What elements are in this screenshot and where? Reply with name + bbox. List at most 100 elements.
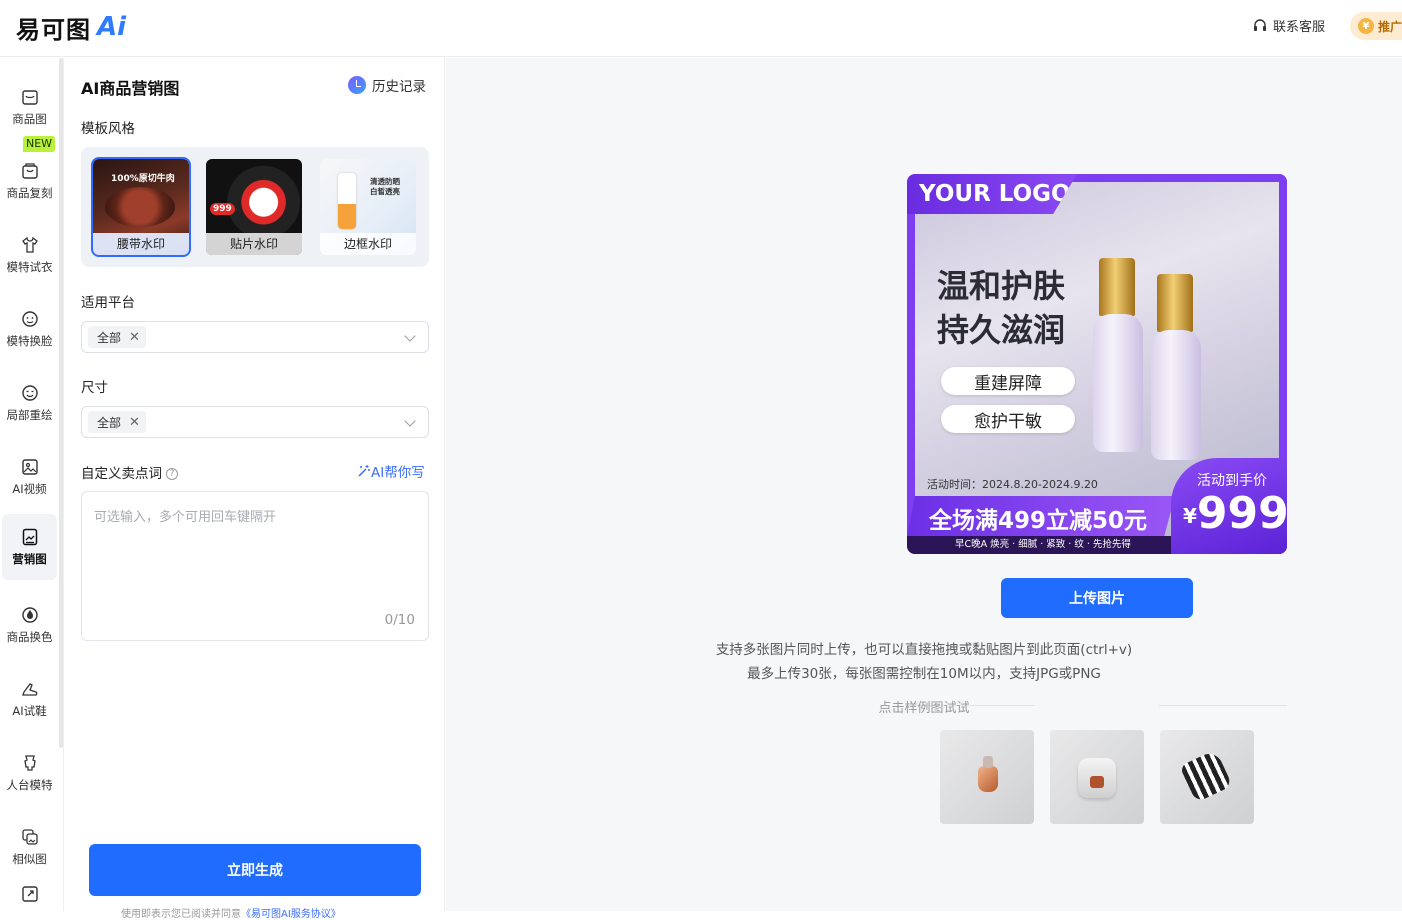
sidebar-item-label: AI试鞋 — [12, 704, 47, 718]
sidebar-item-label: AI视频 — [12, 482, 47, 496]
poster-frame-right — [1279, 174, 1287, 234]
template-caption: 腰带水印 — [93, 233, 189, 255]
size-select[interactable]: 全部 ✕ — [81, 406, 429, 438]
sidebar-item-mannequin[interactable]: 人台模特 — [2, 740, 57, 806]
logo-text: 易可图 — [16, 15, 91, 44]
clock-icon — [348, 76, 366, 94]
headline-line-1: 温和护肤 — [937, 267, 1066, 305]
sidebar-scrollbar[interactable] — [59, 58, 63, 748]
face-icon — [21, 311, 38, 327]
app-logo[interactable]: 易可图 Ai — [16, 10, 126, 44]
template-caption: 贴片水印 — [206, 233, 302, 255]
chevron-down-icon — [404, 415, 416, 427]
promo-text: 全场满499立减50元 — [929, 508, 1148, 534]
platform-select[interactable]: 全部 ✕ — [81, 321, 429, 353]
ai-write-label: AI帮你写 — [371, 465, 425, 481]
poster-logo: YOUR LOGO — [907, 174, 1077, 214]
template-text: 100%原切牛肉 — [111, 174, 175, 184]
sidebar-item-ai-video[interactable]: AI视频 — [2, 444, 57, 510]
bottle-left — [1093, 314, 1143, 452]
upload-button[interactable]: 上传图片 — [1001, 578, 1193, 618]
poster-promo-band: 全场满499立减50元 — [907, 496, 1175, 536]
sidebar-item-label: 商品换色 — [6, 630, 53, 644]
divider-right — [1159, 705, 1287, 706]
template-belt-watermark[interactable]: 100%原切牛肉 腰带水印 — [91, 157, 191, 257]
try-examples-label: 点击样例图试试 — [878, 701, 970, 716]
help-icon[interactable]: ? — [166, 468, 178, 480]
steak-image — [105, 187, 175, 227]
template-picker: 100%原切牛肉 腰带水印 999 贴片水印 清透防晒 白皙透亮 边框水印 — [81, 147, 429, 267]
close-icon[interactable]: ✕ — [129, 330, 140, 345]
sidebar-item-inpaint[interactable]: 局部重绘 — [2, 370, 57, 436]
sidebar-item-label: 相似图 — [12, 852, 47, 866]
sidebar-item-product-replica[interactable]: 商品复刻 — [2, 148, 57, 214]
poster-frame-top — [1067, 174, 1287, 182]
service-label: 联系客服 — [1273, 20, 1326, 35]
coin-icon: ¥ — [1358, 18, 1374, 34]
price-label: 活动到手价 — [1197, 473, 1267, 489]
sidebar-item-label: 营销图 — [12, 552, 47, 566]
platform-label: 适用平台 — [81, 295, 135, 311]
tag-label: 全部 — [97, 330, 122, 345]
main-canvas: YOUR LOGO 温和护肤 持久滋润 重建屏障 愈护干敏 活动时间：2024.… — [446, 58, 1402, 911]
expand-icon — [21, 886, 38, 902]
sunscreen-image — [338, 173, 356, 229]
sample-poster: YOUR LOGO 温和护肤 持久滋润 重建屏障 愈护干敏 活动时间：2024.… — [907, 174, 1287, 554]
poster-price-badge: 活动到手价 ¥999 — [1171, 458, 1287, 554]
template-caption: 边框水印 — [320, 233, 416, 255]
size-tag: 全部 ✕ — [88, 411, 146, 433]
example-thumb-perfume[interactable] — [940, 730, 1034, 824]
perfume-bottle-image — [978, 766, 998, 792]
poster-date: 活动时间：2024.8.20-2024.9.20 — [927, 478, 1098, 491]
template-label: 模板风格 — [81, 121, 135, 137]
sidebar-item-marketing[interactable]: 营销图 — [2, 514, 57, 580]
fryer-handle-image — [1090, 776, 1104, 788]
headset-icon — [1254, 18, 1266, 31]
tag-label: 全部 — [97, 415, 122, 430]
sidebar-item-recolor[interactable]: 商品换色 — [2, 592, 57, 658]
logo-ai: Ai — [97, 12, 127, 42]
template-frame-watermark[interactable]: 清透防晒 白皙透亮 边框水印 — [320, 159, 416, 255]
size-label: 尺寸 — [81, 380, 108, 396]
bottle-cap-left — [1099, 258, 1135, 316]
sidebar-item-label: 人台模特 — [6, 778, 53, 792]
close-icon[interactable]: ✕ — [129, 415, 140, 430]
template-sticker-watermark[interactable]: 999 贴片水印 — [206, 159, 302, 255]
sidebar-item-model-tryon[interactable]: 模特试衣 — [2, 222, 57, 288]
sidebar-item-product-image[interactable]: 商品图 — [2, 74, 57, 140]
upload-hint-2: 最多上传30张，每张图需控制在10M以内，支持JPG或PNG — [747, 666, 1101, 682]
customer-service-button[interactable]: 联系客服 — [1252, 16, 1325, 35]
agreement-note: 使用即表示您已阅读并同意《易可图AI服务协议》 — [121, 905, 341, 920]
sidebar-item-face-swap[interactable]: 模特换脸 — [2, 296, 57, 362]
gloves-image — [1179, 749, 1233, 803]
example-thumb-fryer[interactable] — [1050, 730, 1144, 824]
perfume-cap-image — [983, 756, 993, 768]
poster-pill-1: 重建屏障 — [941, 367, 1075, 395]
generate-button[interactable]: 立即生成 — [89, 844, 421, 896]
poster-headline: 温和护肤 持久滋润 — [937, 264, 1065, 352]
ai-write-button[interactable]: AI帮你写 — [357, 461, 425, 481]
upload-hint-1: 支持多张图片同时上传，也可以直接拖拽或黏贴图片到此页面(ctrl+v) — [715, 642, 1133, 658]
platform-tag: 全部 ✕ — [88, 326, 146, 348]
price-value: ¥999 — [1183, 488, 1287, 539]
drop-icon — [21, 607, 38, 623]
similar-icon — [21, 829, 38, 845]
bag-icon — [21, 163, 38, 179]
selling-points-label: 自定义卖点词? — [81, 462, 178, 482]
smile-icon — [21, 385, 38, 401]
promo-label: 推广 — [1378, 19, 1402, 34]
sidebar-item-more[interactable] — [2, 884, 57, 914]
history-label: 历史记录 — [372, 79, 426, 95]
sidebar-item-similar[interactable]: 相似图 — [2, 814, 57, 880]
history-button[interactable]: 历史记录 — [348, 75, 426, 95]
promo-button[interactable]: ¥ 推广 — [1350, 12, 1402, 40]
chevron-down-icon — [404, 330, 416, 342]
poster-pill-2: 愈护干敏 — [941, 405, 1075, 433]
selling-points-input[interactable]: 可选输入，多个可用回车键隔开 0/10 — [81, 491, 429, 641]
example-thumb-gloves[interactable] — [1160, 730, 1254, 824]
shirt-icon — [21, 236, 38, 253]
sidebar-item-ai-shoe[interactable]: AI试鞋 — [2, 666, 57, 732]
mannequin-icon — [23, 755, 36, 771]
sidebar-item-label: 商品复刻 — [6, 186, 53, 200]
template-text: 清透防晒 白皙透亮 — [370, 177, 400, 196]
